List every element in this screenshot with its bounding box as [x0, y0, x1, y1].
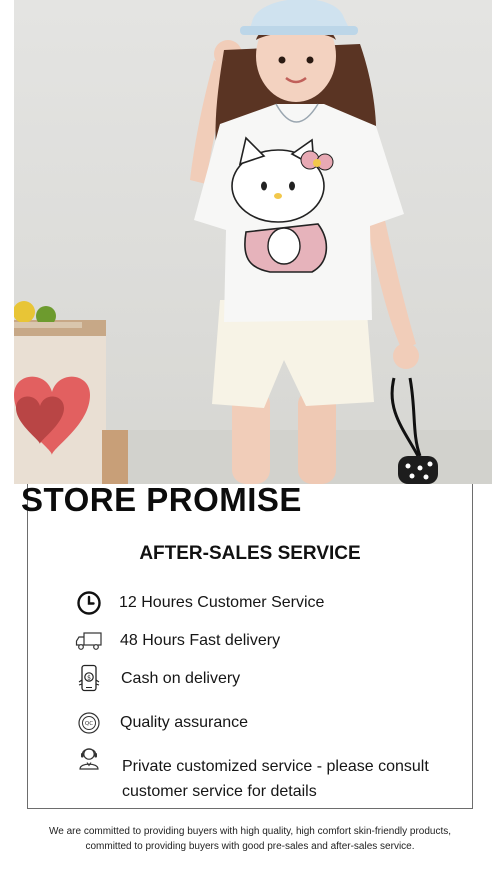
delivery-truck-icon — [74, 626, 104, 656]
clock-icon — [74, 588, 104, 618]
customer-service-agent-icon — [74, 743, 104, 773]
service-item-cash-on-delivery: $ Cash on delivery — [74, 664, 240, 694]
service-item-label: Private customized service - please cons… — [122, 758, 429, 800]
svg-text:$: $ — [87, 675, 91, 682]
after-sales-heading: AFTER-SALES SERVICE — [139, 543, 361, 564]
service-item-customized: Private customized service - please cons… — [74, 743, 442, 804]
svg-text:QC: QC — [85, 721, 93, 727]
service-item-label: 12 Houres Customer Service — [119, 594, 325, 611]
service-item-label: 48 Hours Fast delivery — [120, 632, 281, 649]
service-item-label: Cash on delivery — [121, 670, 241, 687]
product-photo-illustration — [14, 0, 492, 484]
store-promise-title: STORE PROMISE — [21, 481, 302, 518]
service-item-quality: QC Quality assurance — [74, 708, 248, 738]
quality-badge-icon: QC — [74, 708, 104, 738]
service-item-customer-service: 12 Houres Customer Service — [74, 588, 324, 618]
product-photo — [14, 0, 492, 484]
commitment-footer: We are committed to providing buyers wit… — [0, 824, 500, 854]
footer-line-1: We are committed to providing buyers wit… — [48, 826, 452, 837]
service-item-fast-delivery: 48 Hours Fast delivery — [74, 626, 280, 656]
footer-line-2: committed to providing buyers with good … — [85, 841, 415, 852]
service-item-label: Quality assurance — [120, 714, 249, 731]
cash-phone-icon: $ — [74, 664, 104, 694]
